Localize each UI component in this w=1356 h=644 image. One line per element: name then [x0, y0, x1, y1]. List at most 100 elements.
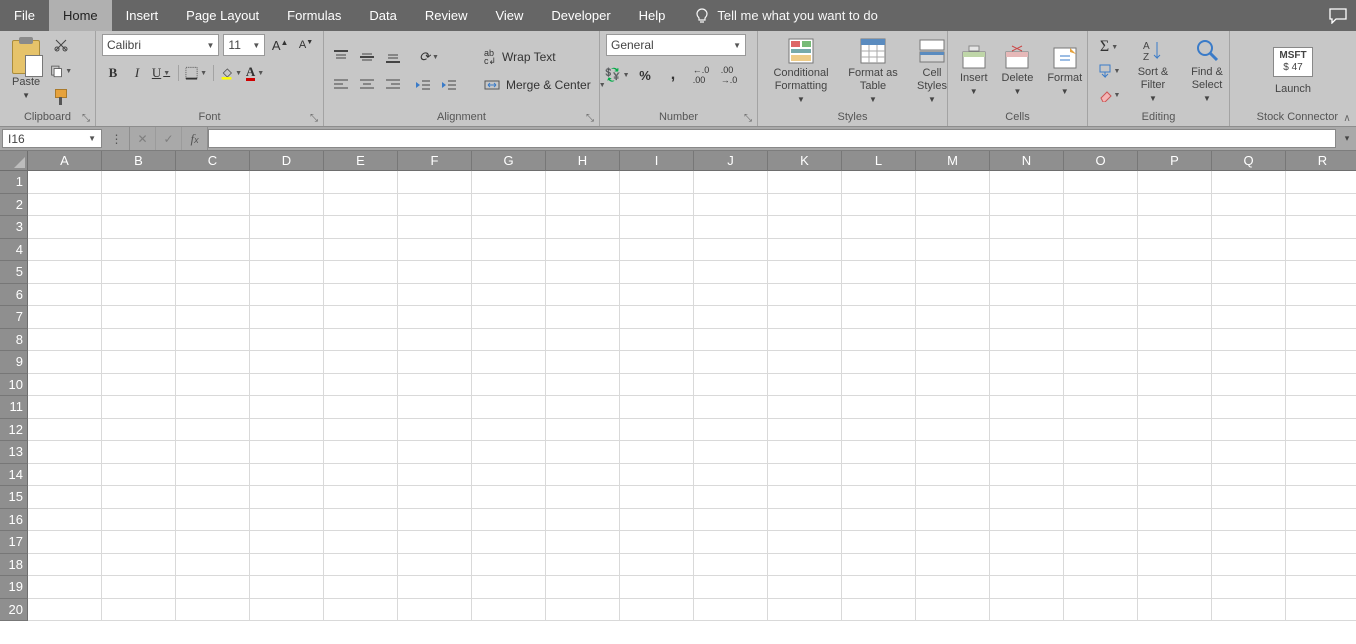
tab-developer[interactable]: Developer	[537, 0, 624, 31]
cell[interactable]	[102, 329, 176, 352]
cell[interactable]	[324, 509, 398, 532]
cell[interactable]	[694, 599, 768, 622]
cell[interactable]	[176, 464, 250, 487]
cell[interactable]	[398, 441, 472, 464]
cell[interactable]	[694, 194, 768, 217]
cell[interactable]	[472, 306, 546, 329]
cell[interactable]	[916, 554, 990, 577]
cell[interactable]	[546, 284, 620, 307]
tab-home[interactable]: Home	[49, 0, 112, 31]
cell[interactable]	[324, 576, 398, 599]
cell[interactable]	[768, 419, 842, 442]
percent-button[interactable]: %	[634, 64, 656, 86]
cell[interactable]	[176, 486, 250, 509]
merge-center-button[interactable]: Merge & Center▼	[484, 74, 614, 96]
cell[interactable]	[842, 329, 916, 352]
cell[interactable]	[694, 216, 768, 239]
cell[interactable]	[990, 441, 1064, 464]
find-select-button[interactable]: Find & Select ▼	[1182, 36, 1232, 107]
cell[interactable]	[1212, 351, 1286, 374]
cell[interactable]	[768, 216, 842, 239]
cell[interactable]	[1138, 554, 1212, 577]
cell[interactable]	[324, 261, 398, 284]
cell[interactable]	[990, 261, 1064, 284]
cell[interactable]	[1286, 239, 1356, 262]
cell[interactable]	[28, 351, 102, 374]
cell[interactable]	[250, 419, 324, 442]
cell[interactable]	[916, 351, 990, 374]
cell[interactable]	[472, 239, 546, 262]
cell[interactable]	[842, 599, 916, 622]
cell[interactable]	[842, 284, 916, 307]
font-name-combo[interactable]: Calibri▼	[102, 34, 219, 56]
cell[interactable]	[102, 419, 176, 442]
cell[interactable]	[768, 396, 842, 419]
cell[interactable]	[546, 576, 620, 599]
cell[interactable]	[768, 576, 842, 599]
row-header[interactable]: 4	[0, 239, 28, 262]
cell[interactable]	[990, 216, 1064, 239]
cell[interactable]	[102, 171, 176, 194]
cell[interactable]	[1286, 599, 1356, 622]
cell[interactable]	[1286, 554, 1356, 577]
cell[interactable]	[990, 239, 1064, 262]
cell[interactable]	[1064, 509, 1138, 532]
row-header[interactable]: 3	[0, 216, 28, 239]
cell[interactable]	[176, 441, 250, 464]
cell[interactable]	[28, 419, 102, 442]
tell-me-search[interactable]: Tell me what you want to do	[679, 0, 893, 31]
cell[interactable]	[1138, 531, 1212, 554]
cell[interactable]	[1138, 374, 1212, 397]
cell[interactable]	[1286, 306, 1356, 329]
cell[interactable]	[102, 396, 176, 419]
row-header[interactable]: 17	[0, 531, 28, 554]
column-header[interactable]: L	[842, 151, 916, 171]
cell[interactable]	[1138, 441, 1212, 464]
cell[interactable]	[768, 329, 842, 352]
cell[interactable]	[398, 306, 472, 329]
cell[interactable]	[28, 509, 102, 532]
cell[interactable]	[768, 261, 842, 284]
cell[interactable]	[620, 194, 694, 217]
cell[interactable]	[1286, 216, 1356, 239]
cell[interactable]	[842, 194, 916, 217]
cell[interactable]	[1286, 464, 1356, 487]
cell[interactable]	[546, 261, 620, 284]
cell[interactable]	[768, 171, 842, 194]
cell[interactable]	[546, 599, 620, 622]
cell[interactable]	[250, 329, 324, 352]
cell[interactable]	[472, 554, 546, 577]
cell[interactable]	[1212, 554, 1286, 577]
cell[interactable]	[176, 419, 250, 442]
cell[interactable]	[990, 419, 1064, 442]
cell[interactable]	[102, 239, 176, 262]
cell[interactable]	[1286, 486, 1356, 509]
sort-filter-button[interactable]: AZ Sort & Filter ▼	[1128, 36, 1178, 107]
cell[interactable]	[398, 464, 472, 487]
cell[interactable]	[842, 216, 916, 239]
cell[interactable]	[990, 396, 1064, 419]
copy-button[interactable]: ▼	[50, 60, 72, 82]
tab-view[interactable]: View	[481, 0, 537, 31]
dialog-launcher[interactable]: ⤡	[307, 111, 321, 125]
column-header[interactable]: N	[990, 151, 1064, 171]
cell[interactable]	[102, 216, 176, 239]
cell[interactable]	[1212, 531, 1286, 554]
cell[interactable]	[1064, 531, 1138, 554]
cell[interactable]	[768, 554, 842, 577]
cell[interactable]	[694, 576, 768, 599]
tab-help[interactable]: Help	[625, 0, 680, 31]
cell[interactable]	[768, 374, 842, 397]
cell[interactable]	[28, 374, 102, 397]
row-header[interactable]: 16	[0, 509, 28, 532]
cell[interactable]	[694, 239, 768, 262]
cell[interactable]	[28, 284, 102, 307]
cell[interactable]	[250, 351, 324, 374]
cell[interactable]	[546, 351, 620, 374]
cell[interactable]	[768, 239, 842, 262]
row-header[interactable]: 12	[0, 419, 28, 442]
row-header[interactable]: 9	[0, 351, 28, 374]
cell[interactable]	[842, 351, 916, 374]
cell[interactable]	[398, 419, 472, 442]
cell[interactable]	[398, 216, 472, 239]
